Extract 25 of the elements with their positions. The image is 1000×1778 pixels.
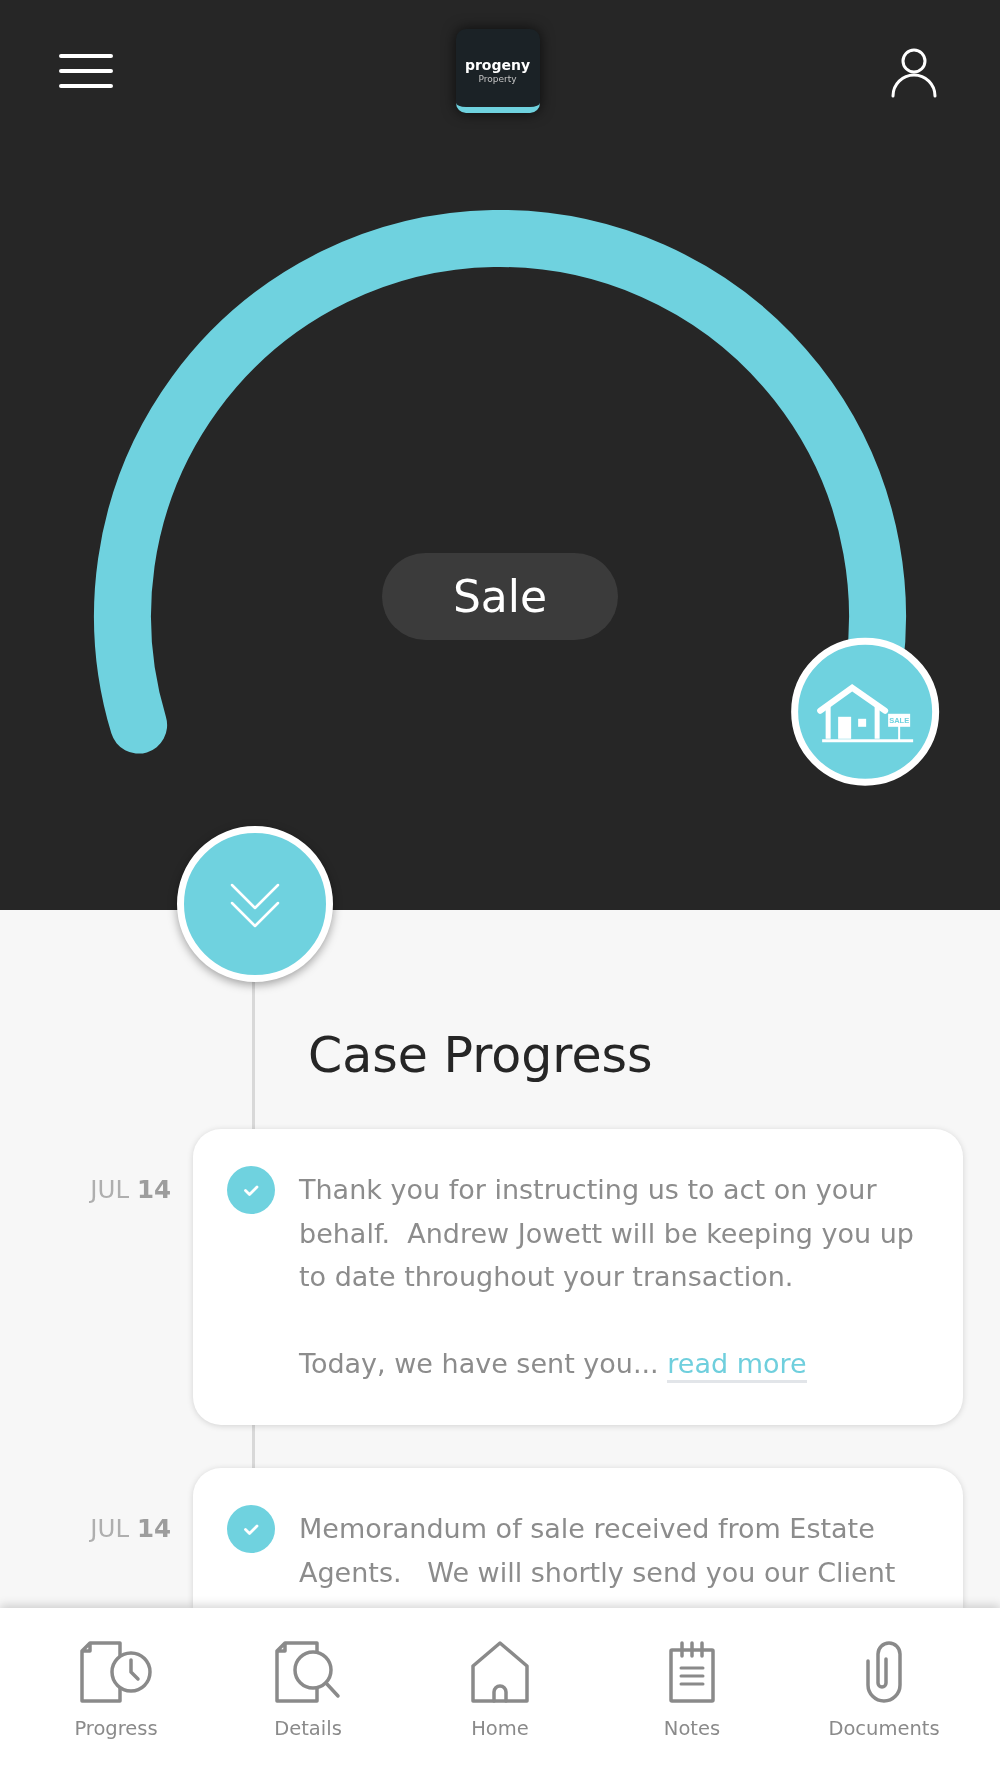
update-text: Thank you for instructing us to act on your behalf. Andrew Jowett will be keeping you up to date throughout your transaction.	[299, 1173, 915, 1295]
entry-date: JUL 14	[88, 1174, 172, 1206]
menu-icon[interactable]	[58, 53, 114, 89]
document-search-icon	[275, 1641, 341, 1703]
entry-date: JUL 14	[88, 1512, 172, 1545]
nav-tab[interactable]: Notes	[596, 1608, 788, 1778]
read-more-link[interactable]: read more	[667, 1348, 807, 1384]
double-chevron-down-icon	[230, 883, 280, 929]
home-icon	[470, 1641, 530, 1703]
sale-sign-icon	[888, 713, 911, 742]
logo-wordmark: progeny	[464, 57, 531, 73]
paperclip-icon	[865, 1641, 903, 1703]
update-text: Memorandum of sale received from Estate Agents. We will shortly send you our Client	[299, 1511, 897, 1590]
logo-tagline: Property	[478, 73, 517, 85]
case-type-badge: Sale	[382, 553, 618, 640]
nav-tab[interactable]: Details	[212, 1608, 404, 1778]
nav-tab[interactable]: Home	[404, 1608, 596, 1778]
nav-tab[interactable]: Documents	[788, 1608, 980, 1778]
notepad-icon	[669, 1641, 715, 1703]
house-icon	[817, 684, 914, 743]
update-text: Today, we have sent you... read more	[299, 1342, 923, 1386]
user-icon[interactable]	[891, 48, 937, 98]
document-clock-icon	[80, 1641, 152, 1703]
section-title: Case Progress	[308, 1026, 654, 1086]
nav-tab[interactable]: Progress	[20, 1608, 212, 1778]
